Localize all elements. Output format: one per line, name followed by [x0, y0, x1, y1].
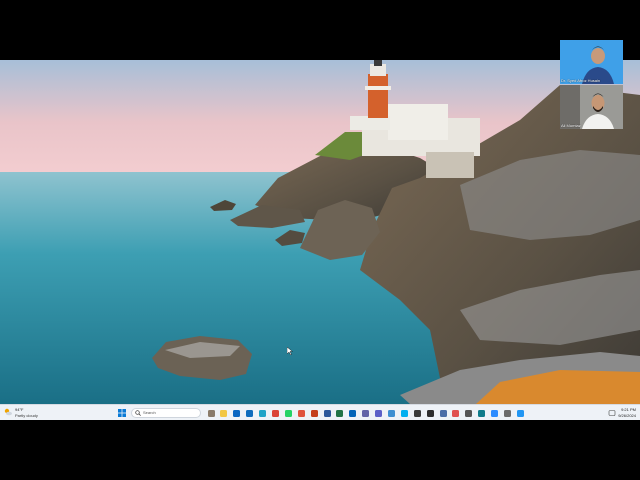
onedrive-icon[interactable]: [348, 408, 358, 418]
lighthouse-widget-icon[interactable]: [206, 408, 216, 418]
chrome-profile-icon[interactable]: [296, 408, 306, 418]
clock-time: 9:21 PM: [621, 407, 636, 412]
outlook-icon-glyph: [246, 409, 254, 417]
participant-name: Dr. Syed Afroz Husain: [561, 78, 601, 83]
excel-icon-glyph: [336, 409, 344, 417]
windows-start-icon[interactable]: [118, 409, 126, 417]
app-five-icon[interactable]: [412, 408, 422, 418]
lighthouse-widget-icon-glyph: [207, 409, 215, 417]
copilot-icon[interactable]: [515, 408, 525, 418]
participant-tile[interactable]: Ali Mumtaz: [560, 85, 623, 129]
chrome-icon[interactable]: [270, 408, 280, 418]
onedrive-icon-glyph: [349, 409, 357, 417]
powerpoint-icon[interactable]: [309, 408, 319, 418]
chrome-icon-glyph: [271, 409, 279, 417]
file-explorer-icon-glyph: [220, 409, 228, 417]
skype-icon[interactable]: [399, 408, 409, 418]
photos-icon-glyph: [452, 409, 460, 417]
photos-icon[interactable]: [451, 408, 461, 418]
notepad-icon[interactable]: [438, 408, 448, 418]
teams-work-icon-glyph: [375, 409, 383, 417]
terminal-icon-glyph: [426, 409, 434, 417]
participant-name: Ali Mumtaz: [561, 123, 581, 128]
teams-icon-glyph: [362, 409, 370, 417]
zoom-icon-glyph: [491, 409, 499, 417]
linkedin-icon-glyph: [233, 409, 241, 417]
clock-date: 9/26/2024: [618, 413, 636, 418]
video-call-panel: Dr. Syed Afroz Husain Ali Mumtaz: [560, 40, 623, 130]
weather-condition: Partly cloudy: [15, 413, 38, 418]
whatsapp-icon[interactable]: [283, 408, 293, 418]
notepad-icon-glyph: [439, 409, 447, 417]
skype-icon-glyph: [400, 409, 408, 417]
search-icon: [135, 410, 141, 416]
phone-link-icon[interactable]: [477, 408, 487, 418]
search-placeholder: Search: [143, 410, 156, 415]
sun-cloud-icon: [4, 408, 12, 416]
linkedin-icon[interactable]: [232, 408, 242, 418]
zoom-icon[interactable]: [490, 408, 500, 418]
vpn-icon-glyph: [387, 409, 395, 417]
mouse-cursor-icon: [287, 347, 293, 355]
powerpoint-icon-glyph: [310, 409, 318, 417]
outlook-icon[interactable]: [245, 408, 255, 418]
weather-widget[interactable]: 94°F Partly cloudy: [4, 407, 52, 419]
taskbar-search[interactable]: Search: [131, 408, 201, 418]
calculator-icon-glyph: [465, 409, 473, 417]
teams-work-icon[interactable]: [374, 408, 384, 418]
word-icon-glyph: [323, 409, 331, 417]
settings-icon-glyph: [503, 409, 511, 417]
app-five-icon-glyph: [413, 409, 421, 417]
copilot-icon-glyph: [516, 409, 524, 417]
desktop: 94°F Partly cloudy Search 9:21 PM 9/26/2…: [0, 60, 640, 420]
word-icon[interactable]: [322, 408, 332, 418]
excel-icon[interactable]: [335, 408, 345, 418]
calculator-icon[interactable]: [464, 408, 474, 418]
taskbar: 94°F Partly cloudy Search 9:21 PM 9/26/2…: [0, 404, 640, 420]
pinned-apps: [206, 408, 525, 418]
edge-icon-glyph: [259, 409, 267, 417]
terminal-icon[interactable]: [425, 408, 435, 418]
teams-icon[interactable]: [361, 408, 371, 418]
whatsapp-icon-glyph: [284, 409, 292, 417]
settings-icon[interactable]: [502, 408, 512, 418]
edge-icon[interactable]: [258, 408, 268, 418]
desktop-wallpaper: [0, 60, 640, 404]
phone-link-icon-glyph: [478, 409, 486, 417]
notification-icon[interactable]: [608, 409, 616, 417]
weather-temperature: 94°F: [15, 407, 24, 412]
chrome-profile-icon-glyph: [297, 409, 305, 417]
file-explorer-icon[interactable]: [219, 408, 229, 418]
participant-tile[interactable]: Dr. Syed Afroz Husain: [560, 40, 623, 84]
vpn-icon[interactable]: [386, 408, 396, 418]
system-clock[interactable]: 9:21 PM 9/26/2024: [618, 407, 636, 418]
